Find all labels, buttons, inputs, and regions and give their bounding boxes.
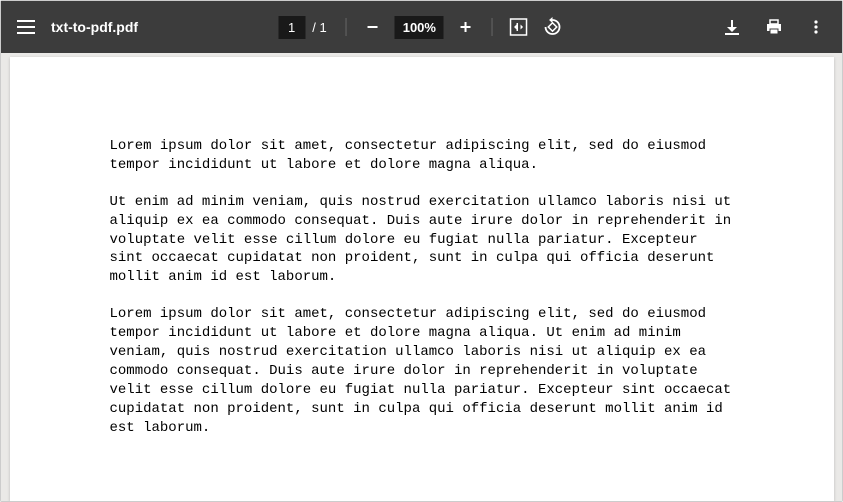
pdf-toolbar: txt-to-pdf.pdf 1 / 1 100% bbox=[1, 1, 842, 53]
separator bbox=[346, 18, 347, 36]
menu-icon[interactable] bbox=[17, 20, 35, 34]
page-indicator: 1 / 1 bbox=[278, 16, 332, 39]
zoom-level-input[interactable]: 100% bbox=[395, 16, 444, 39]
fit-page-icon[interactable] bbox=[507, 15, 531, 39]
content-area[interactable]: Lorem ipsum dolor sit amet, consectetur … bbox=[1, 53, 842, 501]
paragraph: Ut enim ad minim veniam, quis nostrud ex… bbox=[110, 193, 734, 287]
paragraph: Lorem ipsum dolor sit amet, consectetur … bbox=[110, 137, 734, 175]
rotate-icon[interactable] bbox=[541, 15, 565, 39]
page-total-label: / 1 bbox=[307, 20, 331, 35]
zoom-out-button[interactable] bbox=[361, 15, 385, 39]
page-current-input[interactable]: 1 bbox=[278, 16, 305, 39]
download-icon[interactable] bbox=[720, 15, 744, 39]
more-icon[interactable] bbox=[804, 15, 828, 39]
print-icon[interactable] bbox=[762, 15, 786, 39]
pdf-page: Lorem ipsum dolor sit amet, consectetur … bbox=[10, 57, 834, 501]
separator bbox=[492, 18, 493, 36]
paragraph: Lorem ipsum dolor sit amet, consectetur … bbox=[110, 305, 734, 437]
zoom-in-button[interactable] bbox=[454, 15, 478, 39]
filename-label: txt-to-pdf.pdf bbox=[51, 19, 138, 35]
